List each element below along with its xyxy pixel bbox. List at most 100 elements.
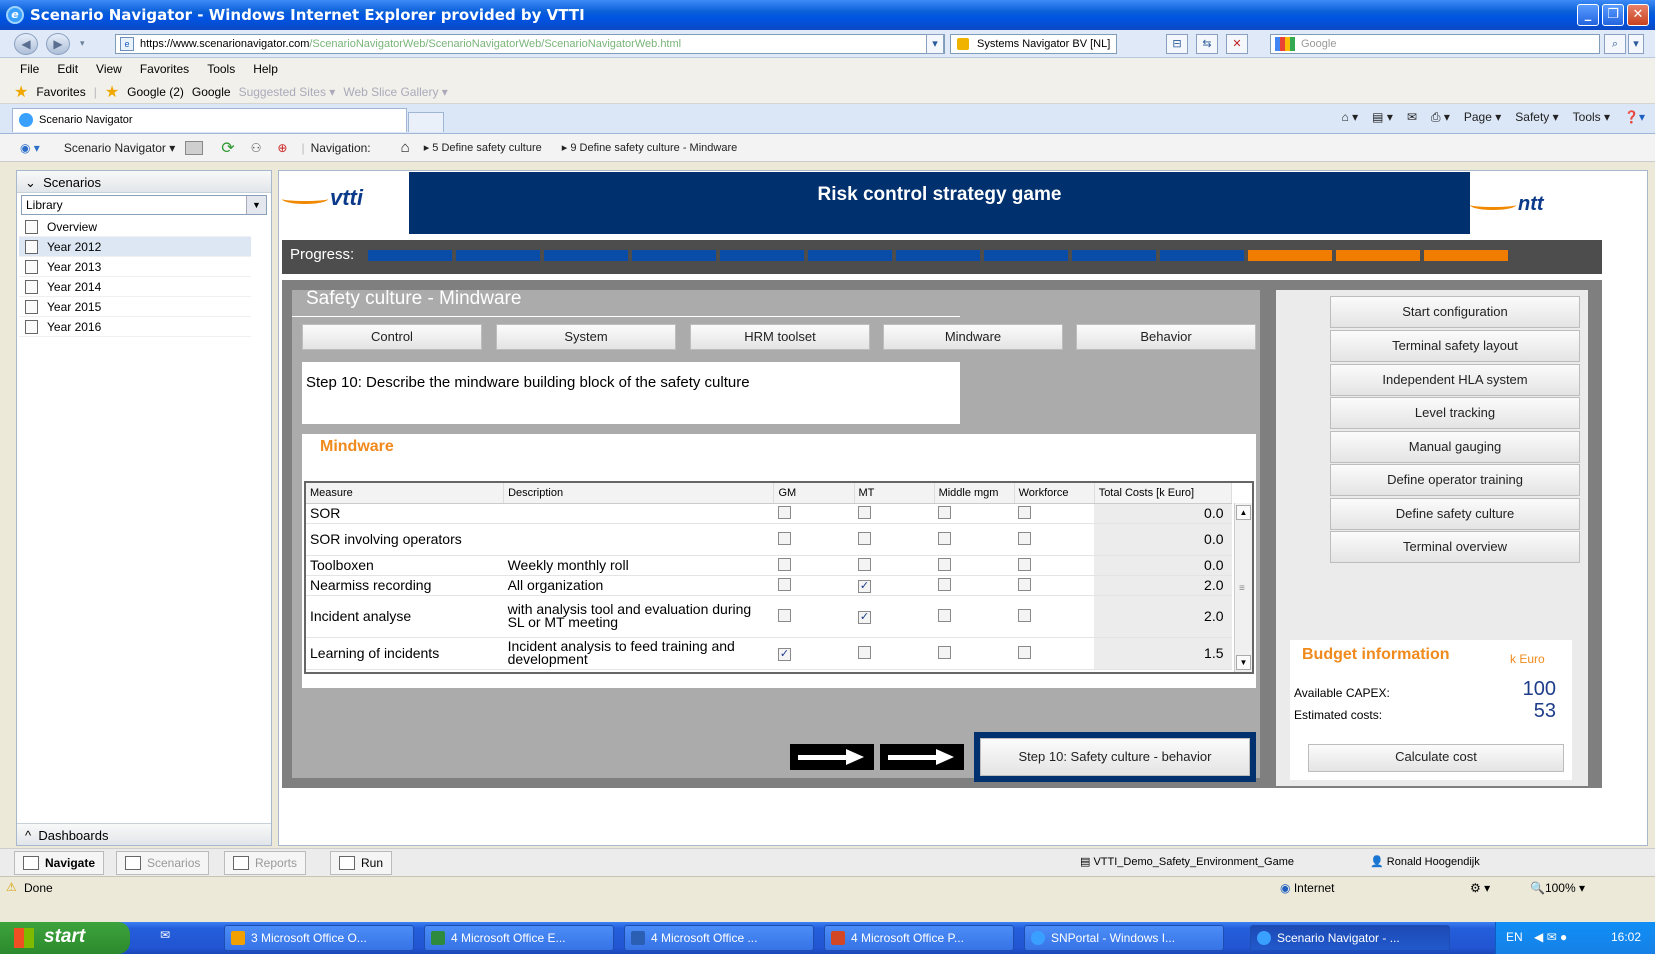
tray-icons[interactable]: ◀ ✉ ● — [1534, 930, 1567, 944]
tools-menu[interactable]: Tools ▾ — [1573, 110, 1610, 125]
library-select[interactable]: Library ▼ — [21, 195, 267, 215]
fav-suggested-sites[interactable]: Suggested Sites ▾ — [239, 85, 336, 99]
folder-icon[interactable] — [185, 140, 204, 155]
wf-checkbox[interactable] — [1018, 505, 1032, 519]
scenarios-header[interactable]: ⌄ Scenarios — [17, 171, 271, 193]
breadcrumb-1[interactable]: ▸ 5 Define safety culture — [424, 141, 542, 154]
chevron-down-icon[interactable]: ▼ — [246, 196, 266, 214]
home-icon[interactable]: ⌂ ▾ — [1342, 110, 1359, 125]
language-indicator[interactable]: EN — [1506, 930, 1523, 944]
mt-checkbox[interactable]: ✓ — [858, 610, 871, 624]
new-tab-button[interactable] — [408, 112, 444, 132]
search-icon[interactable]: ⌕ — [1604, 34, 1626, 54]
tab-reports[interactable]: Reports — [224, 851, 307, 875]
add-favorite-icon[interactable]: ★ — [105, 82, 119, 102]
app-menu-button[interactable]: Scenario Navigator ▾ — [64, 141, 175, 155]
url-input[interactable]: e https://www.scenarionavigator.com/Scen… — [115, 34, 945, 54]
scroll-up-icon[interactable]: ▲ — [1236, 505, 1251, 520]
nav-independent-hla-system[interactable]: Independent HLA system — [1330, 364, 1580, 396]
nav-define-safety-culture[interactable]: Define safety culture — [1330, 498, 1580, 530]
clock[interactable]: 16:02 — [1611, 930, 1641, 944]
sidebar-item-year-2014[interactable]: Year 2014 — [19, 277, 251, 297]
mid-checkbox[interactable] — [938, 645, 952, 659]
fav-google[interactable]: Google — [192, 85, 231, 99]
tab-navigate[interactable]: Navigate — [14, 851, 105, 875]
col-workforce[interactable]: Workforce — [1014, 483, 1095, 504]
lifebuoy-icon[interactable]: ⊕ — [277, 141, 287, 155]
wf-checkbox[interactable] — [1018, 608, 1032, 622]
gm-checkbox[interactable]: ✓ — [777, 647, 791, 661]
calculate-cost-button[interactable]: Calculate cost — [1308, 744, 1564, 772]
refresh-scenario-icon[interactable]: ⟳ — [221, 138, 234, 158]
wf-checkbox[interactable] — [1018, 645, 1032, 659]
scroll-down-icon[interactable]: ▼ — [1236, 655, 1251, 670]
tab-scenarios[interactable]: Scenarios — [116, 851, 210, 875]
menu-favorites[interactable]: Favorites — [140, 62, 189, 76]
mid-checkbox[interactable] — [938, 505, 952, 519]
dashboards-header[interactable]: ^ Dashboards — [17, 823, 271, 845]
url-dropdown-icon[interactable]: ▾ — [926, 34, 944, 54]
nav-level-tracking[interactable]: Level tracking — [1330, 397, 1580, 429]
page-menu[interactable]: Page ▾ — [1464, 110, 1501, 125]
protected-mode-icon[interactable]: ⚙ ▾ — [1470, 881, 1490, 895]
table-row[interactable]: Learning of incidents Incident analysis t… — [306, 637, 1232, 670]
tab-behavior[interactable]: Behavior — [1076, 324, 1256, 350]
start-button[interactable]: start — [0, 922, 130, 954]
task-office-outlook[interactable]: 3 Microsoft Office O... — [224, 925, 414, 951]
forward-button[interactable]: ▶ — [46, 33, 70, 55]
close-window-button[interactable]: ✕ — [1627, 4, 1649, 26]
compat-view-icon[interactable]: ⊟ — [1166, 34, 1188, 54]
wf-checkbox[interactable] — [1018, 557, 1032, 571]
col-measure[interactable]: Measure — [306, 483, 505, 504]
safety-menu[interactable]: Safety ▾ — [1515, 110, 1558, 125]
scroll-grip-icon[interactable]: ≡ — [1239, 583, 1245, 594]
mid-checkbox[interactable] — [938, 608, 952, 622]
back-button[interactable]: ◀ — [14, 33, 38, 55]
quick-launch-icon[interactable]: ✉ — [160, 928, 170, 942]
zoom-control[interactable]: 🔍100% ▾ — [1530, 881, 1585, 895]
nav-start-configuration[interactable]: Start configuration — [1330, 296, 1580, 328]
search-input[interactable]: Google — [1270, 34, 1600, 54]
breadcrumb-2[interactable]: ▸ 9 Define safety culture - Mindware — [562, 141, 737, 154]
gm-checkbox[interactable] — [777, 577, 791, 591]
mt-checkbox[interactable] — [858, 505, 871, 519]
next-step-button[interactable]: Step 10: Safety culture - behavior — [980, 738, 1250, 776]
refresh-icon[interactable]: ⇆ — [1196, 34, 1218, 54]
sidebar-item-year-2016[interactable]: Year 2016 — [19, 317, 251, 337]
browser-tab-active[interactable]: Scenario Navigator — [12, 108, 407, 132]
certificate-badge[interactable]: Systems Navigator BV [NL] — [950, 34, 1118, 54]
search-options-icon[interactable]: ▾ — [1628, 34, 1644, 54]
nav-define-operator-training[interactable]: Define operator training — [1330, 464, 1580, 496]
mt-checkbox[interactable] — [858, 531, 871, 545]
gm-checkbox[interactable] — [777, 608, 791, 622]
fav-web-slice-gallery[interactable]: Web Slice Gallery ▾ — [343, 85, 448, 99]
menu-tools[interactable]: Tools — [207, 62, 235, 76]
menu-file[interactable]: File — [20, 62, 39, 76]
tab-mindware[interactable]: Mindware — [883, 324, 1063, 350]
feeds-icon[interactable]: ▤ ▾ — [1372, 110, 1393, 125]
table-row[interactable]: Toolboxen Weekly monthly roll 0.0 — [306, 555, 1232, 576]
mt-checkbox[interactable]: ✓ — [858, 579, 871, 593]
mid-checkbox[interactable] — [938, 577, 952, 591]
sidebar-item-overview[interactable]: Overview — [19, 217, 251, 237]
print-icon[interactable]: ⎙ ▾ — [1431, 110, 1450, 125]
menu-edit[interactable]: Edit — [57, 62, 78, 76]
grid-scrollbar[interactable]: ▲ ≡ ▼ — [1234, 503, 1252, 672]
nav-manual-gauging[interactable]: Manual gauging — [1330, 431, 1580, 463]
task-snportal[interactable]: SNPortal - Windows I... — [1024, 925, 1224, 951]
task-scenario-navigator[interactable]: Scenario Navigator - ... — [1250, 925, 1450, 951]
help-icon[interactable]: ❓▾ — [1624, 110, 1645, 125]
nav-terminal-overview[interactable]: Terminal overview — [1330, 531, 1580, 563]
col-mt[interactable]: MT — [854, 483, 935, 504]
mid-checkbox[interactable] — [938, 531, 952, 545]
app-globe-icon[interactable]: ◉ ▾ — [20, 141, 40, 155]
table-row[interactable]: Nearmiss recording All organization ✓ 2.0 — [306, 575, 1232, 596]
menu-view[interactable]: View — [96, 62, 122, 76]
table-row[interactable]: Incident analyse with analysis tool and e… — [306, 595, 1232, 638]
mid-checkbox[interactable] — [938, 557, 952, 571]
maximize-button[interactable]: ❐ — [1602, 4, 1624, 26]
gm-checkbox[interactable] — [777, 531, 791, 545]
tab-hrm-toolset[interactable]: HRM toolset — [690, 324, 870, 350]
gm-checkbox[interactable] — [777, 505, 791, 519]
col-total-costs[interactable]: Total Costs [k Euro] — [1094, 483, 1233, 504]
